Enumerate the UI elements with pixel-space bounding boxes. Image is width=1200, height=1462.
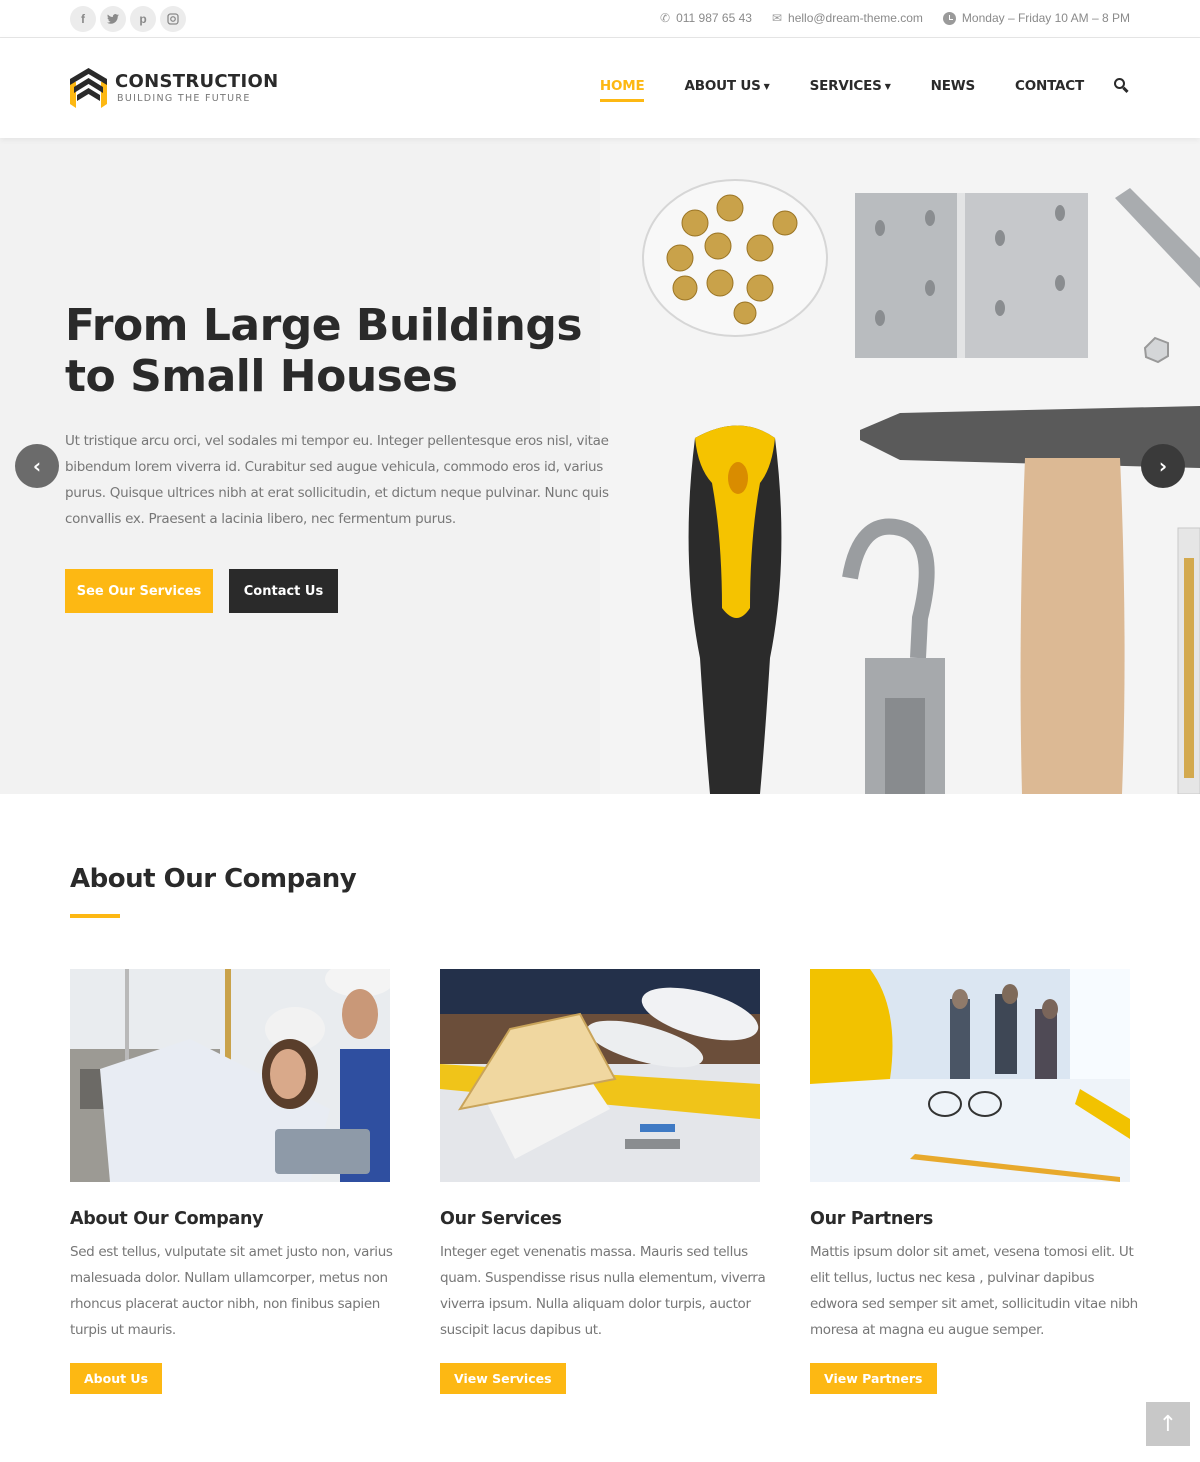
- chevron-down-icon: ▼: [763, 81, 770, 91]
- back-to-top-button[interactable]: ↑: [1146, 1402, 1190, 1446]
- nav-services-label: SERVICES: [809, 78, 882, 94]
- nav-contact-label: CONTACT: [1014, 78, 1084, 94]
- envelope-icon: ✉: [771, 11, 783, 25]
- card-text: Mattis ipsum dolor sit amet, vesena tomo…: [810, 1244, 1138, 1338]
- email-info: ✉ hello@dream-theme.com: [772, 11, 923, 25]
- main-nav: HOME ABOUT US ▼ SERVICES ▼ NEWS CONTACT: [560, 78, 1130, 102]
- hero-title-line-2: to Small Houses: [65, 351, 458, 402]
- arrow-up-icon: ↑: [1158, 1411, 1178, 1437]
- twitter-icon[interactable]: [100, 6, 126, 32]
- contact-info: ✆ 011 987 65 43 ✉ hello@dream-theme.com …: [660, 11, 1130, 25]
- card-title: Our Partners: [810, 1209, 933, 1229]
- opening-hours: Monday – Friday 10 AM – 8 PM: [961, 11, 1130, 25]
- site-header: CONSTRUCTION BUILDING THE FUTURE HOME AB…: [0, 38, 1200, 138]
- nav-contact[interactable]: CONTACT: [1015, 78, 1084, 94]
- about-us-button[interactable]: About Us: [70, 1363, 163, 1394]
- phone-info: ✆ 011 987 65 43: [660, 11, 752, 25]
- card-text: Sed est tellus, vulputate sit amet justo…: [70, 1244, 393, 1338]
- logo-text: CONSTRUCTION BUILDING THE FUTURE: [115, 70, 279, 104]
- nav-news-label: NEWS: [930, 78, 976, 94]
- card-title: About Our Company: [70, 1209, 264, 1229]
- phone-icon: ✆: [660, 11, 671, 25]
- nav-home[interactable]: HOME: [599, 78, 645, 102]
- hero-title-line-1: From Large Buildings: [65, 300, 583, 351]
- chevron-left-icon: ‹: [32, 454, 42, 478]
- see-our-services-button[interactable]: See Our Services: [65, 569, 213, 613]
- slider-next-button[interactable]: ›: [1141, 444, 1185, 488]
- card-title: Our Services: [440, 1209, 562, 1229]
- top-bar: f p ✆ 011 987 65 43 ✉ hello@dream-theme.…: [0, 0, 1200, 38]
- section-title-underline: [70, 914, 120, 918]
- brand-tagline: BUILDING THE FUTURE: [117, 92, 251, 104]
- card-our-partners: Our Partners Mattis ipsum dolor sit amet…: [810, 969, 1138, 1394]
- logo-chevrons-icon: [70, 68, 107, 108]
- hero-title: From Large Buildings to Small Houses: [65, 300, 625, 402]
- pinterest-icon[interactable]: p: [130, 6, 156, 32]
- nav-about-us-label: ABOUT US: [684, 78, 761, 94]
- nav-about-us[interactable]: ABOUT US ▼: [684, 78, 769, 94]
- hero-tools-image: [600, 138, 1200, 794]
- card-text: Integer eget venenatis massa. Mauris sed…: [440, 1244, 766, 1338]
- view-partners-button[interactable]: View Partners: [810, 1363, 937, 1394]
- contact-us-button[interactable]: Contact Us: [229, 569, 338, 613]
- card-image-engineers: [70, 961, 395, 1182]
- hours-info: Monday – Friday 10 AM – 8 PM: [942, 11, 1130, 25]
- card-image-model-house: [440, 969, 760, 1182]
- instagram-icon[interactable]: [160, 6, 186, 32]
- view-services-button[interactable]: View Services: [440, 1363, 566, 1394]
- section-title: About Our Company: [70, 864, 357, 894]
- search-icon[interactable]: [1114, 78, 1130, 94]
- nav-home-label: HOME: [599, 78, 645, 94]
- facebook-icon[interactable]: f: [70, 6, 96, 32]
- chevron-right-icon: ›: [1158, 454, 1168, 478]
- hero-slider: From Large Buildings to Small Houses Ut …: [0, 138, 1200, 794]
- hero-description: Ut tristique arcu orci, vel sodales mi t…: [65, 433, 609, 527]
- nav-news[interactable]: NEWS: [930, 78, 976, 94]
- clock-icon: [942, 11, 956, 25]
- logo[interactable]: CONSTRUCTION BUILDING THE FUTURE: [70, 68, 278, 108]
- email-address[interactable]: hello@dream-theme.com: [788, 11, 923, 25]
- card-our-services: Our Services Integer eget venenatis mass…: [440, 969, 766, 1394]
- nav-services[interactable]: SERVICES ▼: [810, 78, 891, 94]
- card-image-blueprints: [810, 969, 1130, 1182]
- social-links: f p: [70, 6, 186, 32]
- card-about-company: About Our Company Sed est tellus, vulput…: [70, 961, 395, 1394]
- phone-number: 011 987 65 43: [676, 11, 752, 25]
- slider-prev-button[interactable]: ‹: [15, 444, 59, 488]
- brand-name: CONSTRUCTION: [115, 70, 279, 92]
- chevron-down-icon: ▼: [884, 81, 891, 91]
